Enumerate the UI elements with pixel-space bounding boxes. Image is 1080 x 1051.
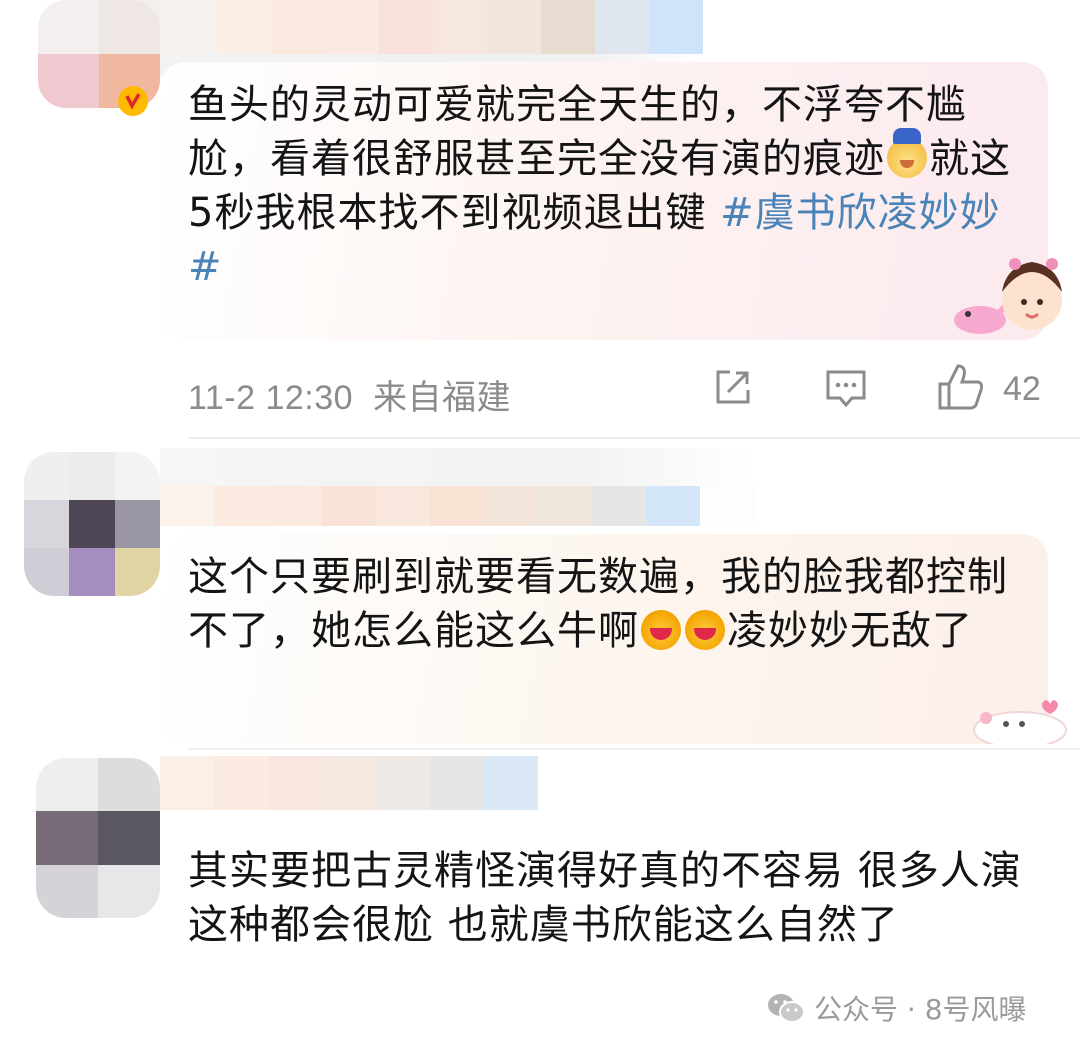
avatar-blurred[interactable]: [36, 758, 160, 918]
watermark-text: 公众号 · 8号风曝: [814, 993, 1027, 1026]
wechat-icon: [768, 994, 805, 1023]
comment-text: 其实要把古灵精怪演得好真的不容易 很多人演这种都会很尬 也就虞书欣能这么自然了: [188, 844, 1028, 952]
watermark: 公众号 · 8号风曝: [766, 988, 1027, 1028]
comment-3: 其实要把古灵精怪演得好真的不容易 很多人演这种都会很尬 也就虞书欣能这么自然了: [0, 0, 1080, 1051]
username-blurred: [160, 756, 538, 810]
comment-text-main: 其实要把古灵精怪演得好真的不容易 很多人演这种都会很尬 也就虞书欣能这么自然了: [188, 848, 1022, 948]
